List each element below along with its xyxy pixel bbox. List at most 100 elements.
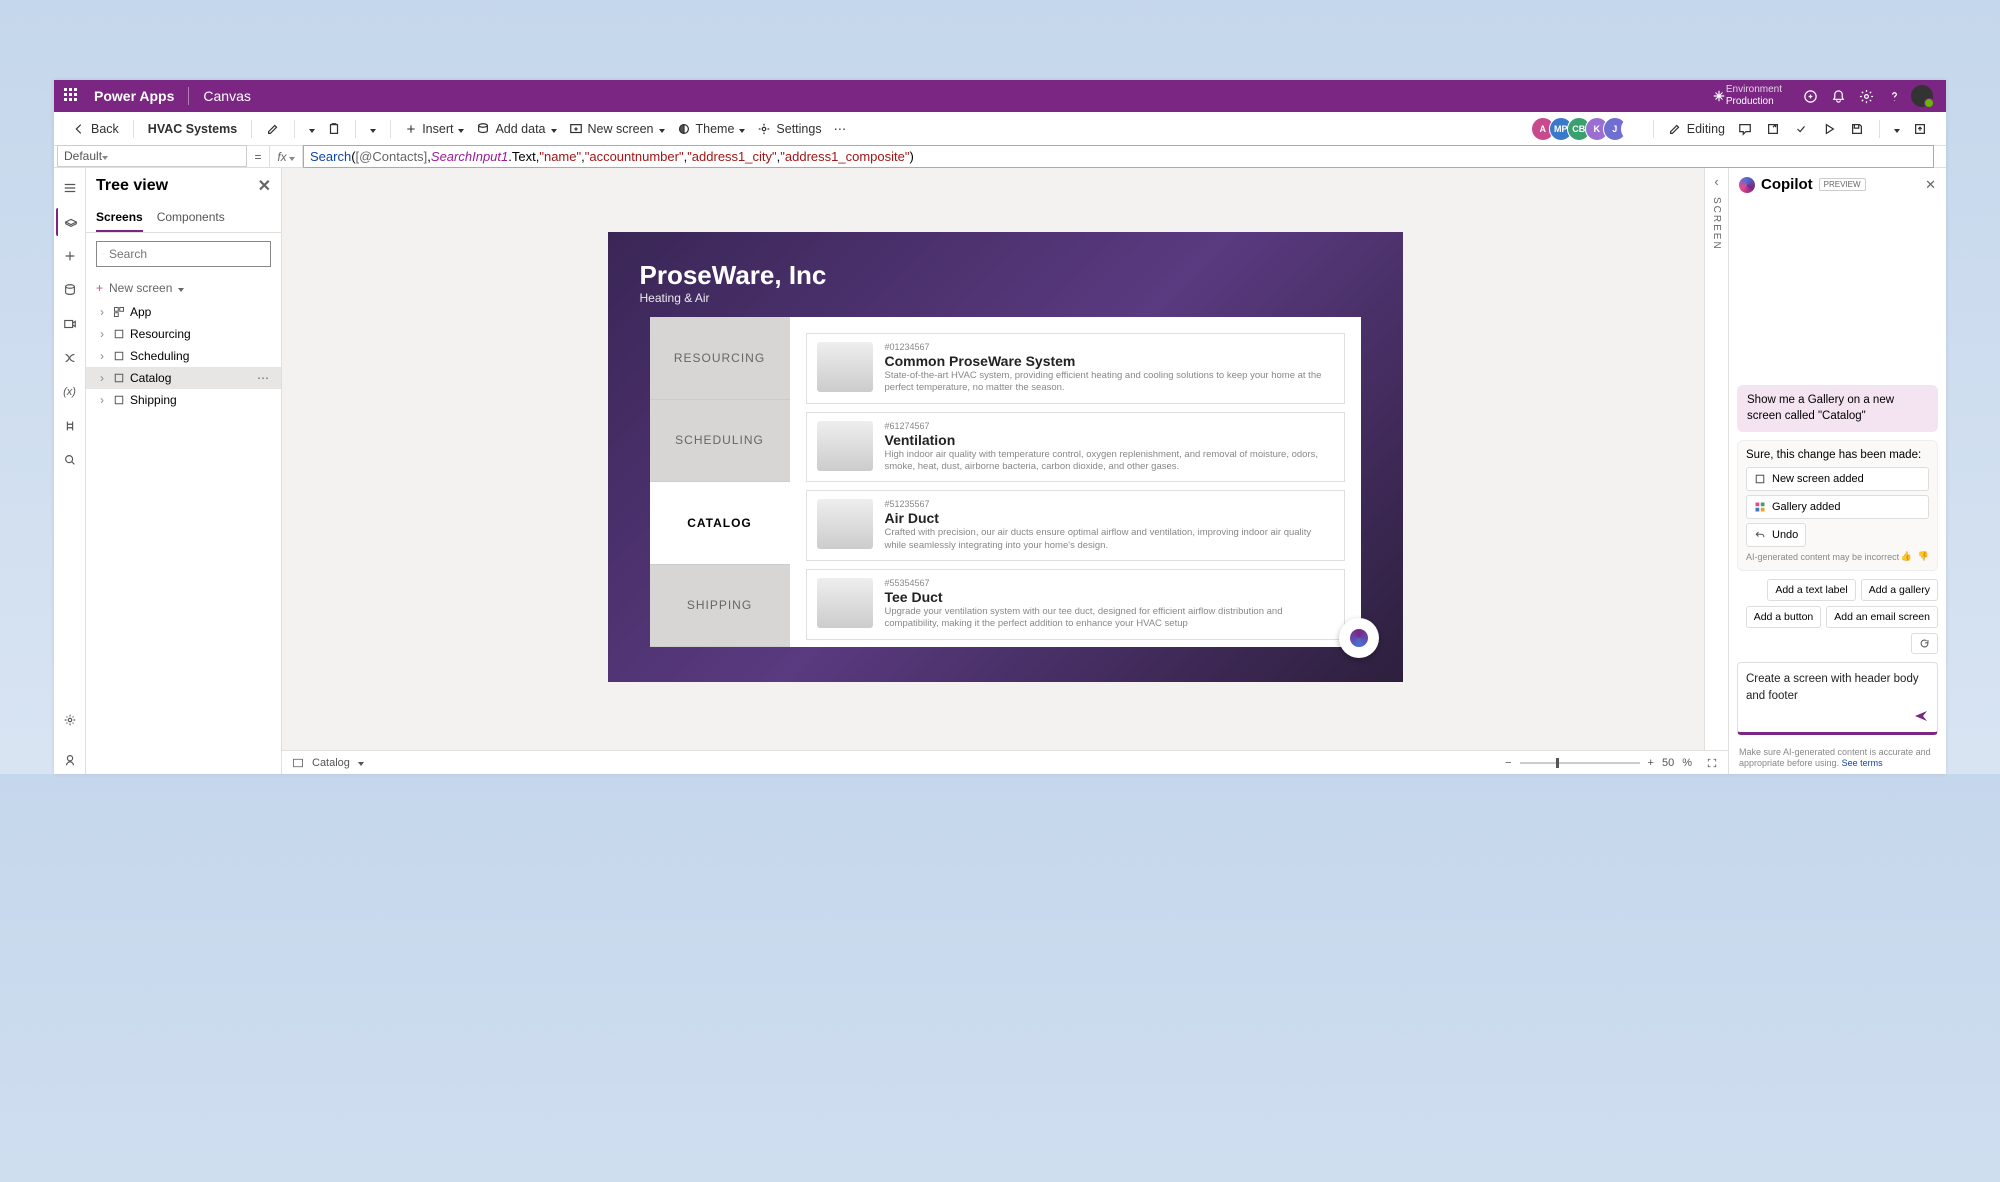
- assistant-message: Sure, this change has been made: New scr…: [1737, 440, 1938, 571]
- collaborators[interactable]: A MP CB K J +3: [1537, 117, 1645, 141]
- fx-button[interactable]: fx: [269, 146, 303, 167]
- close-icon[interactable]: ✕: [1925, 177, 1936, 193]
- copilot-logo-icon: [1739, 177, 1755, 193]
- catalog-item[interactable]: #51235567Air DuctCrafted with precision,…: [806, 490, 1345, 561]
- rail-variables[interactable]: (x): [56, 378, 84, 406]
- help-icon[interactable]: [1880, 82, 1908, 110]
- thumbs-up-icon[interactable]: 👍: [1901, 551, 1912, 562]
- new-screen-button[interactable]: New screen: [563, 118, 671, 140]
- mode-label: Canvas: [203, 88, 250, 104]
- insert-button[interactable]: Insert: [399, 118, 470, 140]
- app-name[interactable]: HVAC Systems: [142, 118, 243, 140]
- rail-flows[interactable]: [56, 344, 84, 372]
- editing-button[interactable]: Editing: [1662, 118, 1731, 140]
- disclaimer: Make sure AI-generated content is accura…: [1739, 747, 1931, 769]
- chevron-down-icon[interactable]: [1888, 118, 1906, 140]
- product-number: #51235567: [885, 499, 1334, 509]
- env-label: Environment: [1726, 84, 1782, 96]
- environment-picker[interactable]: Environment Production: [1726, 84, 1782, 108]
- comments-icon[interactable]: [1731, 115, 1759, 143]
- property-dropdown[interactable]: Default: [57, 145, 247, 167]
- chip-gallery[interactable]: Gallery added: [1746, 495, 1929, 519]
- copilot-input[interactable]: Create a screen with header body and foo…: [1746, 671, 1929, 703]
- fit-icon[interactable]: [1706, 757, 1718, 769]
- chip-new-screen[interactable]: New screen added: [1746, 467, 1929, 491]
- app-subtitle: Heating & Air: [640, 291, 1371, 305]
- catalog-item[interactable]: #61274567VentilationHigh indoor air qual…: [806, 412, 1345, 483]
- rail-add[interactable]: [56, 242, 84, 270]
- suggestion-chip[interactable]: Add a button: [1746, 606, 1822, 628]
- product-title: Ventilation: [885, 432, 1334, 448]
- rail-virtual-agent[interactable]: [56, 746, 84, 774]
- tree-node-app[interactable]: ›App: [86, 301, 281, 323]
- tab-screens[interactable]: Screens: [96, 204, 143, 232]
- save-icon[interactable]: [1843, 115, 1871, 143]
- copilot-fab[interactable]: [1339, 618, 1379, 658]
- tree-node-catalog[interactable]: ›Catalog⋯: [86, 367, 281, 389]
- rail-tools[interactable]: [56, 412, 84, 440]
- catalog-item[interactable]: #01234567Common ProseWare SystemState-of…: [806, 333, 1345, 404]
- tree-search[interactable]: [96, 241, 271, 267]
- brand[interactable]: Power Apps: [94, 88, 174, 104]
- footer-screen-name[interactable]: Catalog: [312, 757, 350, 769]
- zoom-slider[interactable]: [1520, 762, 1640, 764]
- chevron-down-icon[interactable]: [358, 757, 364, 769]
- rail-data[interactable]: [56, 276, 84, 304]
- suggestion-chip[interactable]: Add a gallery: [1861, 579, 1938, 601]
- add-data-button[interactable]: Add data: [470, 118, 562, 140]
- tree-node-resourcing[interactable]: ›Resourcing: [86, 323, 281, 345]
- product-desc: High indoor air quality with temperature…: [885, 449, 1334, 474]
- nav-scheduling[interactable]: SCHEDULING: [650, 400, 790, 483]
- paste-button[interactable]: [321, 118, 347, 140]
- zoom-out-button[interactable]: −: [1505, 757, 1511, 769]
- theme-button[interactable]: Theme: [671, 118, 752, 140]
- rail-tree[interactable]: [56, 208, 84, 236]
- thumbs-down-icon[interactable]: 👎: [1918, 551, 1929, 562]
- product-desc: Crafted with precision, our air ducts en…: [885, 527, 1334, 552]
- app-company: ProseWare, Inc: [640, 260, 1371, 291]
- collapse-properties-icon[interactable]: ‹: [1714, 174, 1718, 189]
- zoom-in-button[interactable]: +: [1648, 757, 1654, 769]
- product-number: #61274567: [885, 421, 1334, 431]
- publish-icon[interactable]: [1906, 115, 1934, 143]
- rail-search[interactable]: [56, 446, 84, 474]
- color-button[interactable]: [260, 118, 286, 140]
- search-input[interactable]: [109, 247, 264, 261]
- more-button[interactable]: ⋯: [828, 117, 853, 140]
- tree-node-shipping[interactable]: ›Shipping: [86, 389, 281, 411]
- suggestion-chip[interactable]: Add a text label: [1767, 579, 1855, 601]
- tab-components[interactable]: Components: [157, 204, 225, 232]
- suggestion-chip[interactable]: Add an email screen: [1826, 606, 1938, 628]
- refresh-icon[interactable]: [1911, 633, 1938, 654]
- waffle-icon[interactable]: [64, 88, 80, 104]
- feedback-icon[interactable]: [1796, 82, 1824, 110]
- product-thumb: [817, 342, 873, 392]
- nav-catalog[interactable]: CATALOG: [650, 482, 790, 565]
- nav-shipping[interactable]: SHIPPING: [650, 565, 790, 648]
- undo-button[interactable]: Undo: [1746, 523, 1806, 547]
- chevron-down-icon[interactable]: [364, 118, 382, 140]
- share-icon[interactable]: [1759, 115, 1787, 143]
- notification-icon[interactable]: [1824, 82, 1852, 110]
- send-icon[interactable]: [1913, 708, 1929, 724]
- user-avatar[interactable]: [1908, 82, 1936, 110]
- checker-icon[interactable]: [1787, 115, 1815, 143]
- see-terms-link[interactable]: See terms: [1842, 758, 1883, 768]
- catalog-item[interactable]: #55354567Tee DuctUpgrade your ventilatio…: [806, 569, 1345, 640]
- rail-media[interactable]: [56, 310, 84, 338]
- play-icon[interactable]: [1815, 115, 1843, 143]
- back-button[interactable]: Back: [66, 118, 125, 140]
- more-icon[interactable]: ⋯: [257, 371, 275, 385]
- canvas-screen[interactable]: ProseWare, Inc Heating & Air RESOURCINGS…: [608, 232, 1403, 682]
- tree-node-scheduling[interactable]: ›Scheduling: [86, 345, 281, 367]
- chevron-down-icon[interactable]: [303, 118, 321, 140]
- new-screen-button[interactable]: + New screen: [86, 275, 281, 301]
- rail-settings[interactable]: [56, 706, 84, 734]
- formula-input[interactable]: Search([@Contacts], SearchInput1.Text, "…: [303, 145, 1934, 168]
- settings-icon[interactable]: [1852, 82, 1880, 110]
- settings-button[interactable]: Settings: [751, 118, 827, 140]
- close-icon[interactable]: ✕: [258, 176, 271, 196]
- rail-hamburger[interactable]: [56, 174, 84, 202]
- nav-resourcing[interactable]: RESOURCING: [650, 317, 790, 400]
- more-avatars[interactable]: +3: [1621, 117, 1645, 141]
